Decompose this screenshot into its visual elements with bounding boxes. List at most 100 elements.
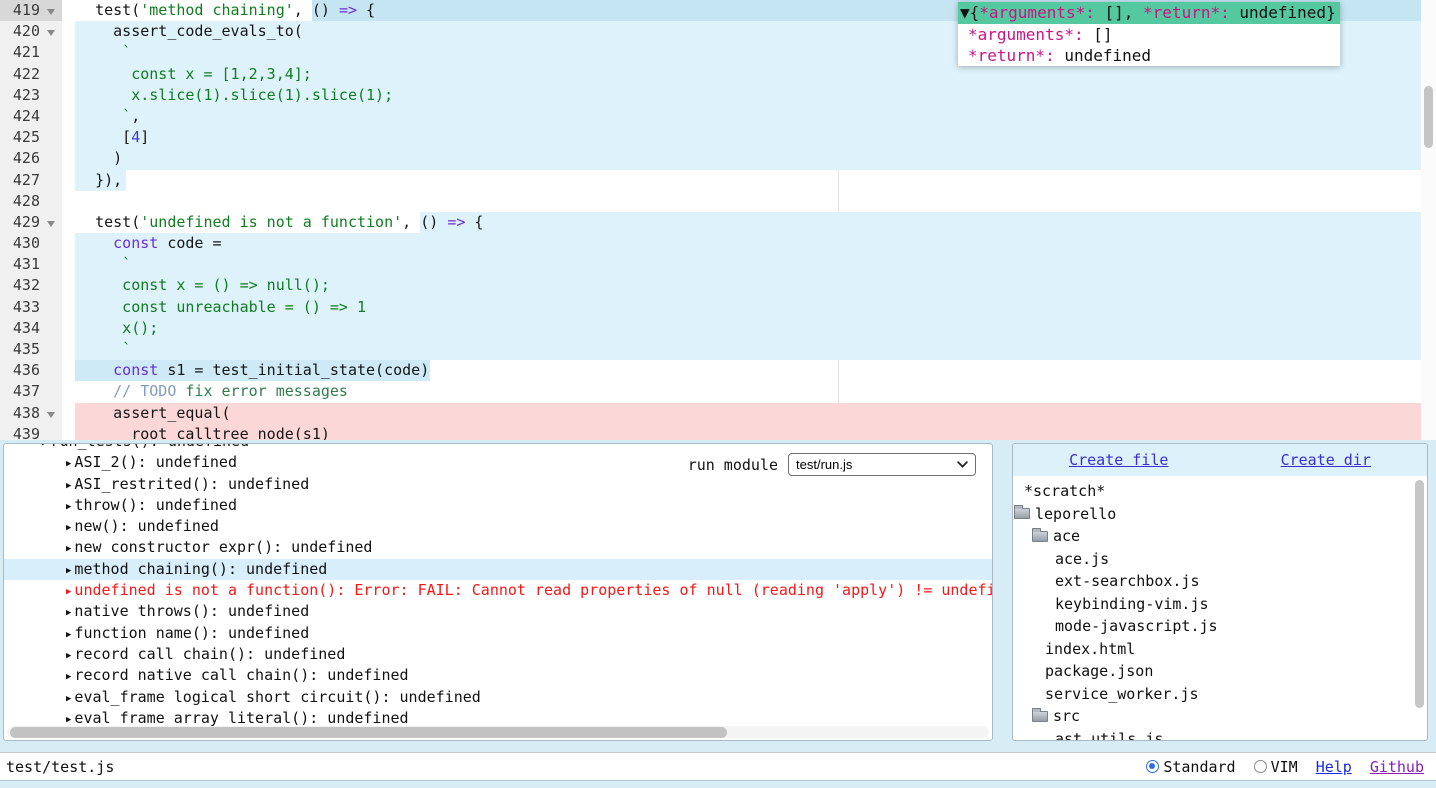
code-line[interactable]: test('undefined is not a function', () =… bbox=[0, 212, 1436, 233]
expand-arrow-icon[interactable]: ▶ bbox=[66, 566, 71, 576]
vim-radio-icon[interactable] bbox=[1254, 760, 1267, 773]
create-file-link[interactable]: Create file bbox=[1069, 451, 1168, 469]
file-tree-item[interactable]: mode-javascript.js bbox=[1013, 615, 1427, 638]
editor-vertical-scrollbar[interactable] bbox=[1421, 0, 1436, 440]
gutter-line-number[interactable]: 435 bbox=[0, 339, 62, 360]
expand-arrow-icon[interactable]: ▶ bbox=[66, 459, 71, 469]
expand-arrow-icon[interactable]: ▶ bbox=[66, 502, 71, 512]
gutter-line-number[interactable]: 424 bbox=[0, 106, 62, 127]
file-tree-item[interactable]: ast_utils.js bbox=[1013, 728, 1427, 742]
code-line[interactable]: }), bbox=[0, 170, 1436, 191]
file-tree-item[interactable]: index.html bbox=[1013, 638, 1427, 661]
value-tooltip-entry[interactable]: *arguments*: [] bbox=[958, 24, 1340, 45]
gutter-line-number[interactable]: 425 bbox=[0, 127, 62, 148]
file-tree-item[interactable]: service_worker.js bbox=[1013, 683, 1427, 706]
expand-arrow-icon[interactable]: ▶ bbox=[66, 694, 71, 704]
file-tree-item[interactable]: ext-searchbox.js bbox=[1013, 570, 1427, 593]
code-line[interactable]: const s1 = test_initial_state(code) bbox=[0, 360, 1436, 381]
code-line[interactable]: const code = bbox=[0, 233, 1436, 254]
code-line[interactable]: assert_equal( bbox=[0, 403, 1436, 424]
expand-arrow-icon[interactable]: ▶ bbox=[66, 672, 71, 682]
expand-arrow-icon[interactable]: ▶ bbox=[66, 715, 71, 725]
calltree-horizontal-scrollbar[interactable] bbox=[7, 726, 989, 738]
calltree-item[interactable]: ▶eval_frame logical short circuit(): und… bbox=[4, 687, 992, 708]
calltree-item[interactable]: ▶record call chain(): undefined bbox=[4, 644, 992, 665]
standard-radio-icon[interactable] bbox=[1146, 760, 1159, 773]
gutter-line-number[interactable]: 434 bbox=[0, 318, 62, 339]
file-tree-item[interactable]: *scratch* bbox=[1013, 480, 1427, 503]
gutter-line-number[interactable]: 420 bbox=[0, 21, 62, 42]
code-line[interactable]: ) bbox=[0, 148, 1436, 169]
fold-arrow-icon[interactable] bbox=[47, 9, 55, 15]
expand-arrow-icon[interactable]: ▶ bbox=[66, 587, 71, 597]
calltree-item[interactable]: ▶native throws(): undefined bbox=[4, 601, 992, 622]
code-line[interactable]: const x = [1,2,3,4]; bbox=[0, 64, 1436, 85]
file-tree-item[interactable]: src bbox=[1013, 705, 1427, 728]
calltree-item[interactable]: ▶undefined is not a function(): Error: F… bbox=[4, 580, 992, 601]
gutter-line-number[interactable]: 421 bbox=[0, 42, 62, 63]
code-line[interactable]: x.slice(1).slice(1).slice(1); bbox=[0, 85, 1436, 106]
file-tree-item[interactable]: leporello bbox=[1013, 503, 1427, 526]
file-tree-item[interactable]: ace bbox=[1013, 525, 1427, 548]
gutter-line-number[interactable]: 428 bbox=[0, 191, 62, 212]
gutter-line-number[interactable]: 433 bbox=[0, 297, 62, 318]
code-line[interactable]: `, bbox=[0, 106, 1436, 127]
file-tree-item[interactable]: ace.js bbox=[1013, 548, 1427, 571]
gutter-line-number[interactable]: 426 bbox=[0, 148, 62, 169]
help-link[interactable]: Help bbox=[1316, 758, 1352, 776]
code-line[interactable]: x(); bbox=[0, 318, 1436, 339]
value-tooltip-entry[interactable]: *return*: undefined bbox=[958, 45, 1340, 66]
scrollbar-thumb[interactable] bbox=[1424, 86, 1433, 148]
gutter-line-number[interactable]: 438 bbox=[0, 403, 62, 424]
value-tooltip-header[interactable]: ▼{*arguments*: [], *return*: undefined} bbox=[958, 2, 1340, 24]
expand-arrow-icon[interactable]: ▶ bbox=[66, 481, 71, 491]
gutter-line-number[interactable]: 429 bbox=[0, 212, 62, 233]
scrollbar-thumb[interactable] bbox=[1415, 480, 1424, 708]
gutter-line-number[interactable]: 427 bbox=[0, 170, 62, 191]
calltree-item[interactable]: ▶throw(): undefined bbox=[4, 495, 992, 516]
calltree-item[interactable]: ▶run_tests(): undefined bbox=[4, 443, 992, 452]
keyboard-mode-vim[interactable]: VIM bbox=[1254, 758, 1298, 776]
gutter-line-number[interactable]: 432 bbox=[0, 275, 62, 296]
file-tree-item[interactable]: keybinding-vim.js bbox=[1013, 593, 1427, 616]
gutter-line-number[interactable]: 422 bbox=[0, 64, 62, 85]
expand-arrow-icon[interactable]: ▶ bbox=[66, 608, 71, 618]
calltree-item[interactable]: ▶method chaining(): undefined bbox=[4, 559, 992, 580]
file-tree-scrollbar[interactable] bbox=[1414, 480, 1425, 736]
expand-arrow-icon[interactable]: ▶ bbox=[66, 630, 71, 640]
expand-arrow-icon[interactable]: ▶ bbox=[66, 523, 71, 533]
calltree-item[interactable]: ▶record native call chain(): undefined bbox=[4, 665, 992, 686]
gutter-line-number[interactable]: 430 bbox=[0, 233, 62, 254]
gutter-line-number[interactable]: 437 bbox=[0, 381, 62, 402]
keyboard-mode-standard[interactable]: Standard bbox=[1146, 758, 1235, 776]
gutter-line-number[interactable]: 439 bbox=[0, 424, 62, 440]
calltree-item[interactable]: ▶new(): undefined bbox=[4, 516, 992, 537]
code-line[interactable]: // TODO fix error messages bbox=[0, 381, 1436, 402]
run-module-select[interactable]: test/run.js bbox=[788, 453, 976, 476]
expand-arrow-icon[interactable]: ▶ bbox=[66, 544, 71, 554]
expand-arrow-icon[interactable]: ▶ bbox=[42, 443, 47, 448]
code-line[interactable]: const x = () => null(); bbox=[0, 275, 1436, 296]
code-line[interactable]: const unreachable = () => 1 bbox=[0, 297, 1436, 318]
code-line[interactable]: ` bbox=[0, 339, 1436, 360]
code-line[interactable] bbox=[0, 191, 1436, 212]
calltree-item[interactable]: ▶new constructor expr(): undefined bbox=[4, 537, 992, 558]
github-link[interactable]: Github bbox=[1370, 758, 1424, 776]
fold-arrow-icon[interactable] bbox=[47, 30, 55, 36]
create-dir-link[interactable]: Create dir bbox=[1281, 451, 1371, 469]
code-line[interactable]: ` bbox=[0, 254, 1436, 275]
calltree-item[interactable]: ▶ASI_restrited(): undefined bbox=[4, 474, 992, 495]
expand-arrow-icon[interactable]: ▶ bbox=[66, 651, 71, 661]
gutter-line-number[interactable]: 423 bbox=[0, 85, 62, 106]
gutter-line-number[interactable]: 436 bbox=[0, 360, 62, 381]
calltree-item[interactable]: ▶function name(): undefined bbox=[4, 623, 992, 644]
gutter-line-number[interactable]: 431 bbox=[0, 254, 62, 275]
scrollbar-thumb[interactable] bbox=[10, 727, 727, 738]
file-tree-item[interactable]: package.json bbox=[1013, 660, 1427, 683]
code-line[interactable]: root_calltree_node(s1) bbox=[0, 424, 1436, 440]
fold-arrow-icon[interactable] bbox=[47, 221, 55, 227]
code-editor[interactable]: test('method chaining', () => { assert_c… bbox=[0, 0, 1436, 440]
fold-arrow-icon[interactable] bbox=[47, 412, 55, 418]
code-line[interactable]: [4] bbox=[0, 127, 1436, 148]
gutter-line-number[interactable]: 419 bbox=[0, 0, 62, 21]
